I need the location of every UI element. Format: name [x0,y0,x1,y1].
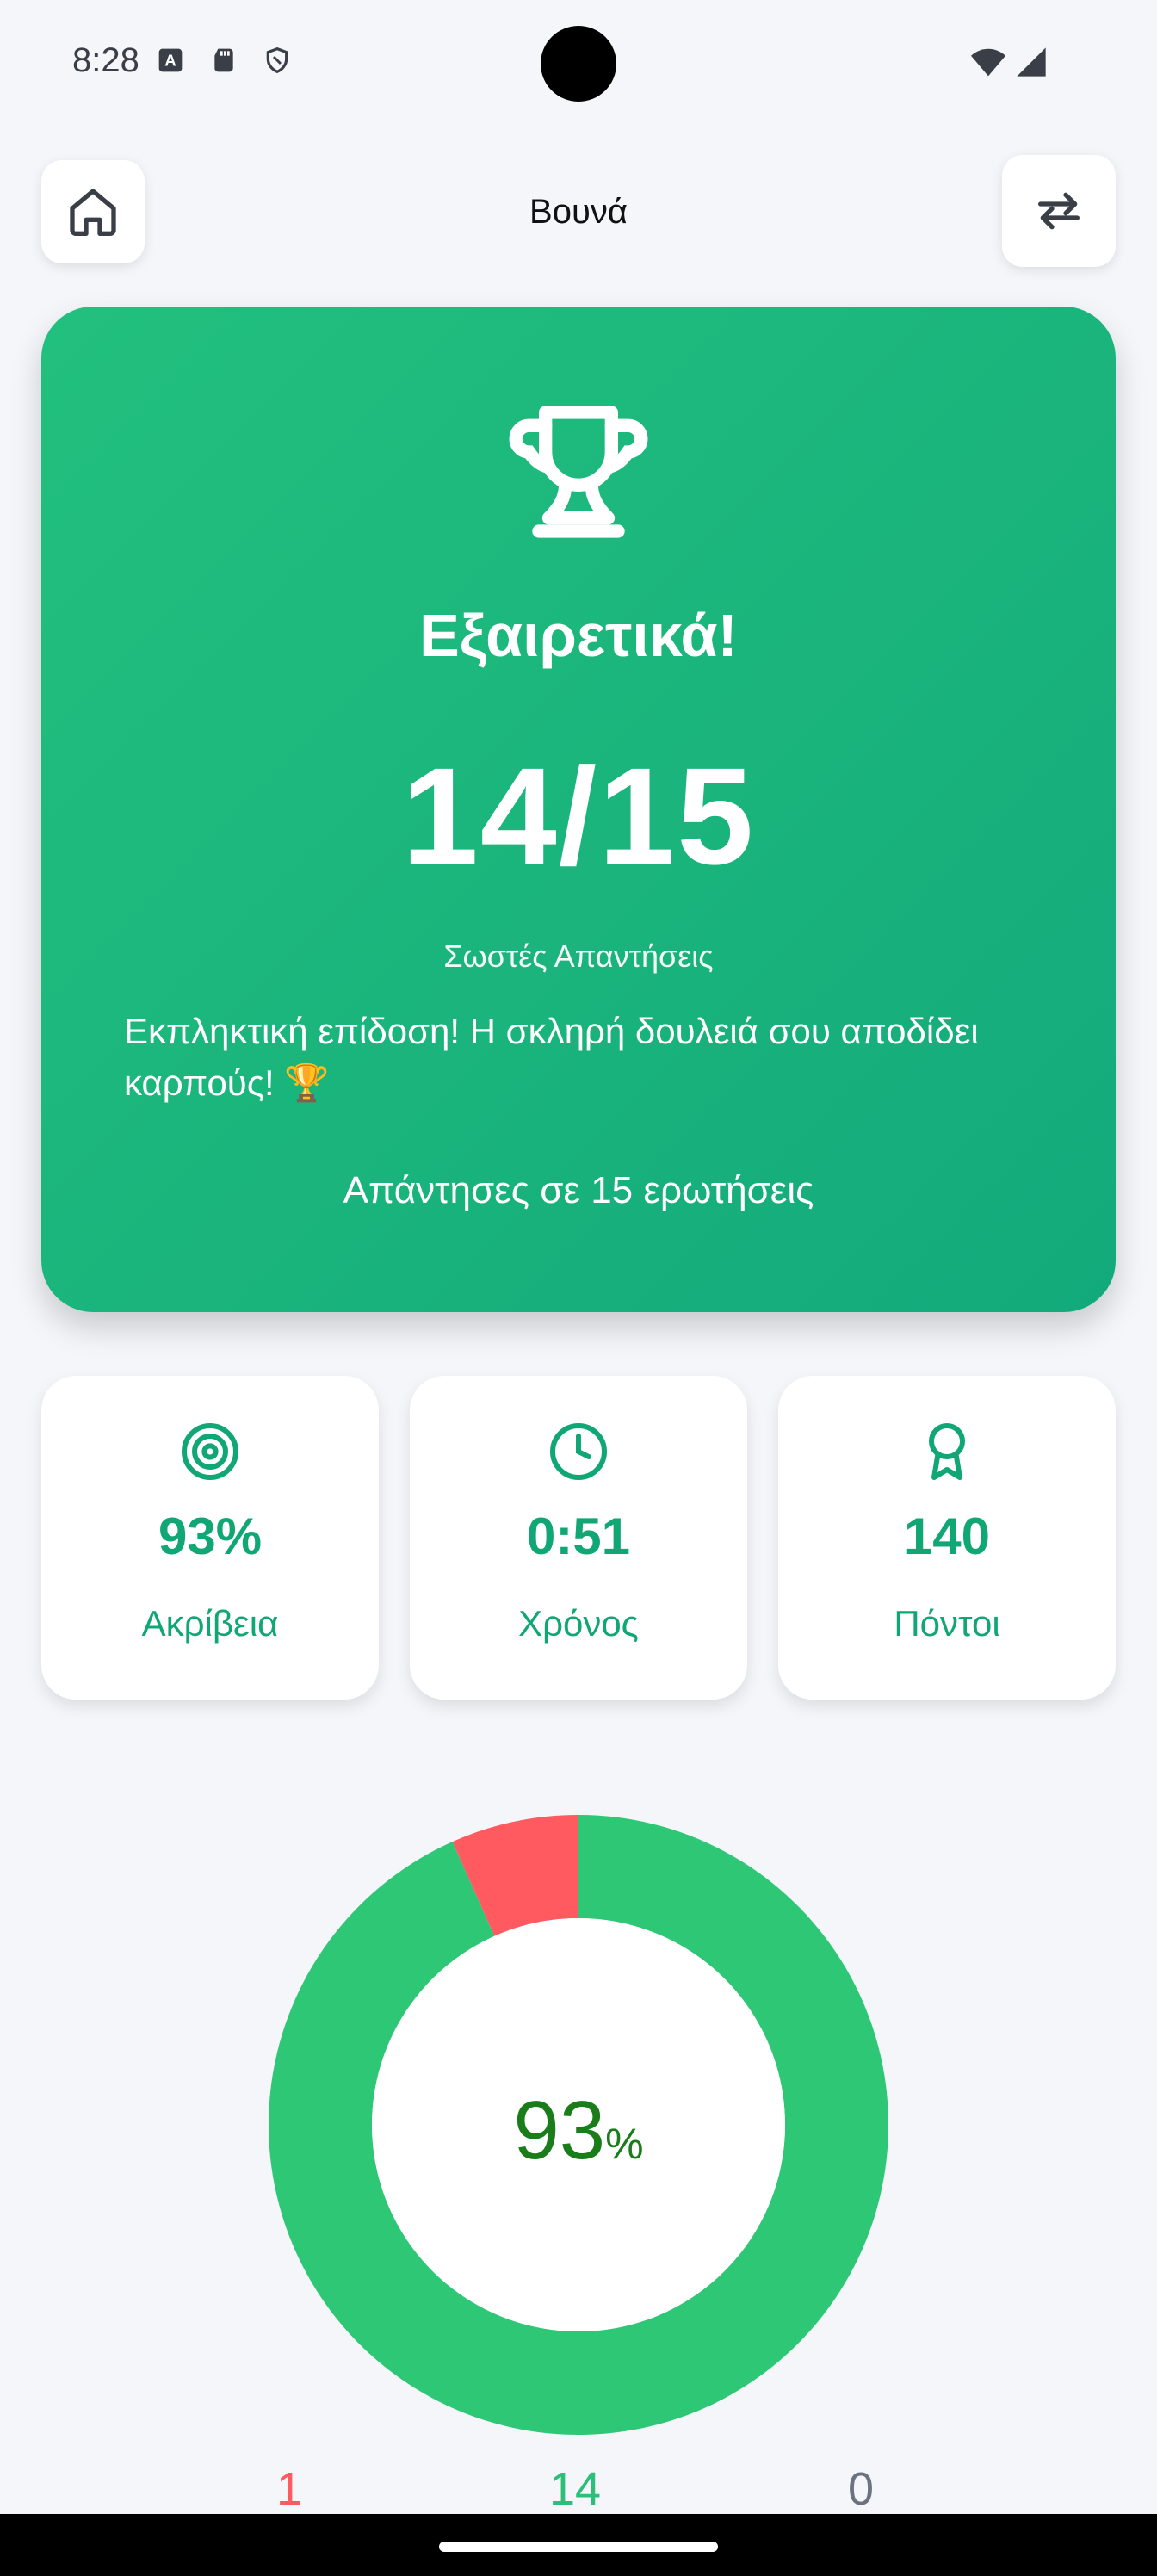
quiz-result-screen: 8:28 A Βουνά Εξαιρετικά! 14/15 Σωστές Απ… [0,0,1157,2576]
result-card: Εξαιρετικά! 14/15 Σωστές Απαντήσεις Εκπλ… [41,307,1116,1312]
clock-icon [550,1423,607,1480]
time-label: Χρόνος [518,1603,639,1644]
points-value: 140 [903,1508,991,1565]
award-icon [929,1423,965,1480]
swap-icon [1038,192,1080,230]
target-icon [182,1423,238,1480]
signal-icon [1017,47,1046,77]
score-label: Σωστές Απαντήσεις [443,938,714,974]
wrong-count: 1 [275,2463,303,2515]
home-gesture-handle[interactable] [439,2542,718,2552]
wifi-icon [971,48,1005,77]
trophy-icon [509,406,648,538]
accuracy-card: 93% Ακρίβεια [41,1376,379,1700]
shield-icon [266,46,288,74]
sd-card-icon [214,48,233,72]
result-message: Εκπληκτική επίδοση! Η σκληρή δουλειά σου… [124,1011,979,1103]
page-title: Βουνά [529,193,628,231]
points-card: 140 Πόντοι [778,1376,1116,1700]
swap-button[interactable] [1002,155,1116,267]
points-label: Πόντοι [894,1603,1000,1644]
accuracy-label: Ακρίβεια [141,1603,279,1644]
status-icons-left: A [157,46,291,74]
time-value: 0:51 [526,1508,631,1565]
accuracy-value: 93% [158,1508,263,1565]
a-notification-icon: A [158,48,183,72]
status-icons-right [969,45,1049,79]
score-value: 14/15 [401,739,756,893]
donut-center-value: 93 [513,2084,606,2177]
correct-count: 14 [548,2463,602,2515]
skipped-count: 0 [847,2463,875,2515]
result-headline: Εξαιρετικά! [419,602,738,669]
answered-count: Απάντησες σε 15 ερωτήσεις [343,1169,814,1211]
time-card: 0:51 Χρόνος [410,1376,747,1700]
status-time: 8:28 [72,41,139,79]
status-bar: 8:28 A [0,0,1157,129]
donut-center-unit: % [605,2120,644,2168]
donut-center-label: 93% [0,2084,1157,2178]
camera-cutout [541,26,616,102]
svg-text:A: A [164,52,176,70]
